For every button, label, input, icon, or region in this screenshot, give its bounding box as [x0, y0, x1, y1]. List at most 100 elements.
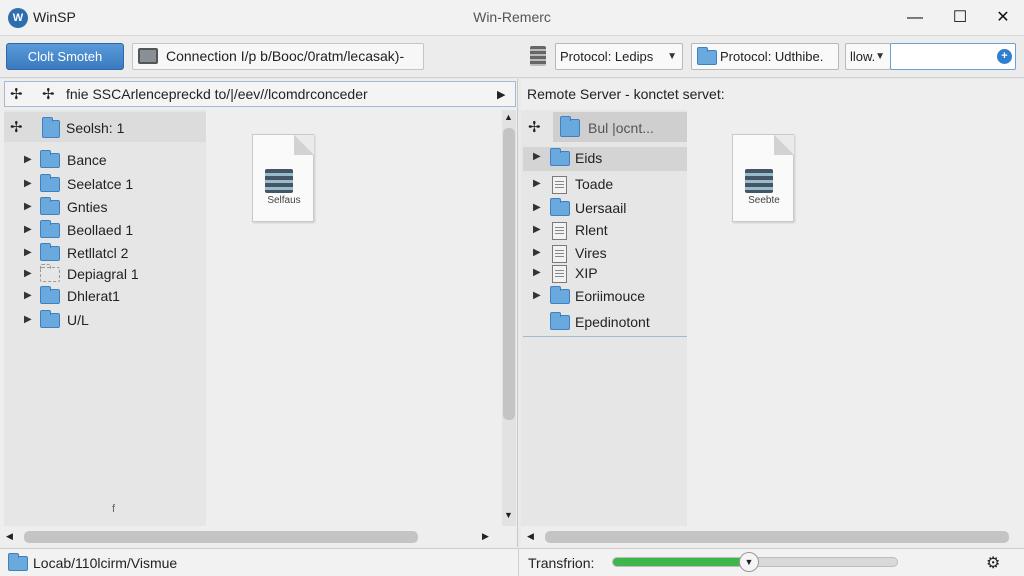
server-icon[interactable]: [530, 46, 546, 66]
maximize-button[interactable]: ☐: [942, 4, 978, 32]
tree-item-label: U/L: [67, 312, 89, 328]
tree-item[interactable]: ▶ Seelatce 1: [22, 174, 206, 197]
connect-button[interactable]: Clolt Smoteh: [6, 43, 124, 70]
file-card[interactable]: Selfaus: [252, 134, 314, 222]
tree-item[interactable]: ▶ U/L: [22, 310, 206, 333]
tree-item[interactable]: ▶ Uersaail: [523, 198, 687, 221]
scroll-down-icon[interactable]: ▼: [504, 510, 513, 520]
tree-item-selected[interactable]: ▶ Eids: [523, 147, 687, 171]
window-title: Win-Remerc: [473, 9, 551, 25]
pin-icon[interactable]: ✢: [10, 85, 23, 103]
tree-item-label: Epedinotont: [575, 314, 650, 330]
page-fold-icon: [774, 135, 794, 155]
tree-item[interactable]: ▶ Rlent: [523, 221, 687, 243]
folder-icon: [550, 148, 570, 166]
tree-item[interactable]: ▶ Retllatcl 2: [22, 243, 206, 266]
tree-item[interactable]: ▶ Bance: [22, 150, 206, 173]
tree-item[interactable]: ▶ Eoriimouce: [523, 286, 687, 309]
folder-icon: [40, 286, 60, 304]
tree-item[interactable]: ▶ Toade: [523, 175, 687, 197]
pin-icon[interactable]: ✢: [10, 118, 23, 136]
tree-item-label: Gnties: [67, 199, 108, 215]
scroll-right-icon[interactable]: ▶: [482, 531, 489, 542]
folder-icon: [40, 310, 60, 328]
minimize-button[interactable]: —: [897, 4, 933, 32]
tree-item-label: Bance: [67, 152, 107, 168]
protocol-folder-dropdown[interactable]: Protocol: Udthibe.: [691, 43, 839, 70]
document-icon: [552, 176, 567, 194]
tree-item-label: Vires: [575, 245, 607, 261]
tree-item-label: Eids: [575, 150, 603, 166]
expand-icon[interactable]: ▶: [24, 290, 32, 301]
monitor-icon: [138, 48, 158, 64]
expand-icon[interactable]: ▶: [24, 154, 32, 165]
close-button[interactable]: ✕: [985, 4, 1021, 32]
folder-icon: [40, 150, 60, 168]
horizontal-scroll-thumb[interactable]: [24, 531, 418, 543]
tree-item[interactable]: ▶ Dhlerat1: [22, 286, 206, 309]
tree-item-label: Toade: [575, 176, 614, 192]
expand-icon[interactable]: ▶: [533, 290, 541, 301]
tree-item-label: Dhlerat1: [67, 288, 120, 304]
server-icon: [745, 169, 773, 193]
local-current-folder: Seolsh: 1: [66, 120, 125, 136]
sort-mark: f: [112, 503, 116, 515]
transfer-progress-handle[interactable]: ▼: [739, 552, 759, 572]
tree-item-label: Beollaed 1: [67, 222, 134, 238]
document-icon: [552, 222, 567, 240]
tree-item-label: Retllatcl 2: [67, 245, 129, 261]
folder-icon: [40, 174, 60, 192]
expand-icon[interactable]: ▶: [533, 202, 541, 213]
remote-pane-header: Remote Server - konctet servet:: [527, 86, 725, 102]
server-icon: [265, 169, 293, 193]
tree-item[interactable]: ▶ Gnties: [22, 197, 206, 220]
scroll-up-icon[interactable]: ▲: [504, 112, 513, 122]
horizontal-scroll-thumb[interactable]: [545, 531, 1009, 543]
protocol-dropdown[interactable]: Protocol: Ledips ▼: [555, 43, 683, 70]
dashed-folder-icon: [40, 264, 60, 282]
vertical-scroll-thumb[interactable]: [503, 128, 515, 420]
expand-icon[interactable]: ▶: [533, 267, 541, 278]
tree-item[interactable]: ▶ Depiagral 1: [22, 264, 206, 287]
small-dropdown-value: llow.: [850, 49, 876, 64]
tree-item[interactable]: ▶ Beollaed 1: [22, 220, 206, 243]
folder-icon: [40, 197, 60, 215]
scroll-left-icon[interactable]: ◀: [527, 531, 534, 542]
expand-icon[interactable]: ▶: [24, 201, 32, 212]
document-icon: [552, 265, 567, 283]
file-card-label: Selfaus: [267, 195, 301, 206]
expand-icon[interactable]: ▶: [24, 224, 32, 235]
folder-icon: [550, 198, 570, 216]
expand-icon[interactable]: ▶: [24, 178, 32, 189]
tree-item-label: Uersaail: [575, 200, 627, 216]
expand-icon[interactable]: ▶: [24, 247, 32, 258]
folder-icon: [697, 47, 717, 65]
play-icon[interactable]: ▶: [497, 88, 505, 101]
transfer-label: Transfrion:: [528, 555, 595, 571]
expand-icon[interactable]: ▶: [533, 224, 541, 235]
add-icon[interactable]: +: [997, 49, 1012, 64]
tree-item[interactable]: ▶ XIP: [523, 264, 687, 286]
local-path-status: Locab/110lcirm/Vismue: [33, 555, 178, 571]
folder-icon: [40, 220, 60, 238]
file-card[interactable]: Seebte: [732, 134, 794, 222]
tree-item[interactable]: ▶ Vires: [523, 244, 687, 266]
folder-icon: [560, 116, 580, 137]
folder-icon: [8, 553, 28, 571]
remote-current-folder: Bul |ocnt...: [588, 120, 654, 136]
expand-icon[interactable]: ▶: [533, 178, 541, 189]
expand-icon[interactable]: ▶: [533, 151, 541, 162]
tree-item-label: Rlent: [575, 222, 608, 238]
gear-icon[interactable]: ⚙: [986, 553, 1000, 573]
tree-item-label: Depiagral 1: [67, 266, 139, 282]
scroll-left-icon[interactable]: ◀: [6, 531, 13, 542]
expand-icon[interactable]: ▶: [24, 314, 32, 325]
pin-icon[interactable]: ✢: [528, 118, 541, 136]
pin-icon[interactable]: ✢: [42, 85, 55, 103]
tree-item[interactable]: Epedinotont: [523, 312, 687, 337]
expand-icon[interactable]: ▶: [24, 268, 32, 279]
expand-icon[interactable]: ▶: [533, 247, 541, 258]
small-dropdown[interactable]: llow. ▼: [845, 43, 891, 70]
status-divider: [518, 548, 519, 576]
tree-item-label: Eoriimouce: [575, 288, 646, 304]
